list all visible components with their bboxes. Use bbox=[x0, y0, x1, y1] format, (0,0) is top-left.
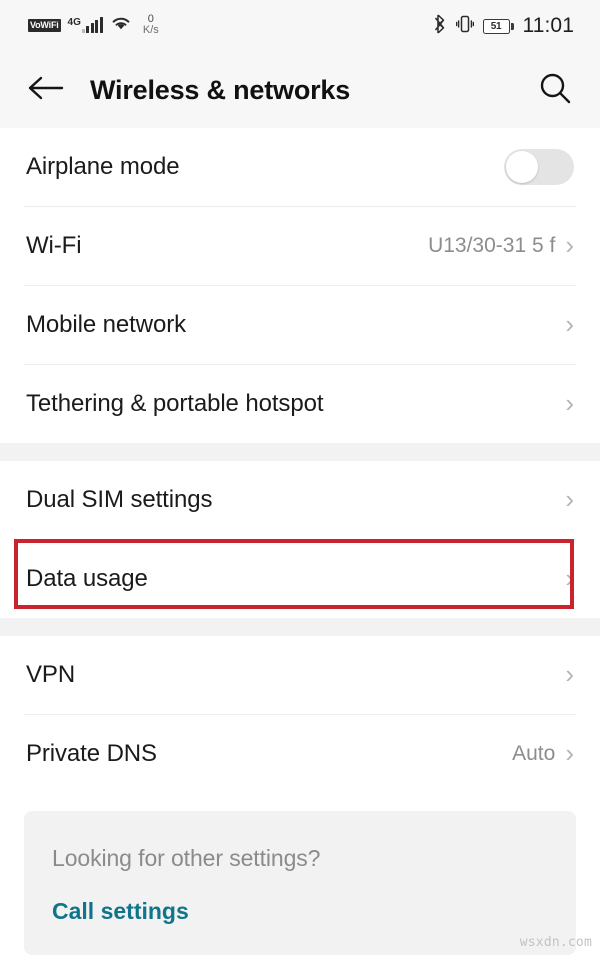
search-icon bbox=[538, 71, 572, 110]
airplane-mode-toggle[interactable] bbox=[504, 149, 574, 185]
list-item-control: › bbox=[565, 484, 574, 514]
list-item-label: Data usage bbox=[26, 565, 148, 592]
status-bar-clock: 11:01 bbox=[522, 14, 574, 37]
list-item-control: › bbox=[565, 309, 574, 339]
search-button[interactable] bbox=[528, 68, 572, 112]
list-item-vpn[interactable]: VPN › bbox=[0, 636, 600, 714]
list-item-label: Wi-Fi bbox=[26, 232, 82, 259]
data-rate-indicator: 0 K/s bbox=[143, 14, 159, 36]
wifi-icon bbox=[110, 14, 132, 36]
status-bar-right: 51 11:01 bbox=[434, 13, 575, 39]
list-item-control: U13/30-31 5 f › bbox=[428, 230, 574, 260]
chevron-right-icon: › bbox=[565, 738, 574, 768]
list-item-control: › bbox=[565, 388, 574, 418]
list-item-control: Auto › bbox=[512, 738, 574, 768]
list-item-control: › bbox=[565, 563, 574, 593]
app-bar: Wireless & networks bbox=[0, 52, 600, 128]
signal-bars-icon bbox=[81, 16, 103, 33]
back-arrow-icon bbox=[28, 75, 64, 106]
settings-section-3: VPN › Private DNS Auto › bbox=[0, 636, 600, 793]
chevron-right-icon: › bbox=[565, 659, 574, 689]
battery-indicator: 51 bbox=[482, 18, 514, 34]
other-settings-card: Looking for other settings? Call setting… bbox=[24, 811, 576, 955]
settings-list: Airplane mode Wi-Fi U13/30-31 5 f › Mobi… bbox=[0, 128, 600, 955]
bluetooth-icon bbox=[434, 13, 447, 39]
vowifi-badge: VoWiFi bbox=[28, 18, 61, 32]
list-item-data-usage[interactable]: Data usage › bbox=[0, 540, 600, 618]
list-item-control: › bbox=[565, 659, 574, 689]
back-button[interactable] bbox=[28, 68, 72, 112]
vibrate-icon bbox=[455, 14, 474, 39]
page-title: Wireless & networks bbox=[90, 74, 351, 105]
chevron-right-icon: › bbox=[565, 388, 574, 418]
chevron-right-icon: › bbox=[565, 230, 574, 260]
status-bar-left: VoWiFi 4G 0 K/s bbox=[28, 14, 159, 37]
call-settings-link[interactable]: Call settings bbox=[52, 898, 189, 925]
battery-cap bbox=[511, 22, 514, 30]
chevron-right-icon: › bbox=[565, 309, 574, 339]
list-item-control bbox=[504, 149, 574, 185]
list-item-value: Auto bbox=[512, 742, 556, 765]
list-item-dual-sim-settings[interactable]: Dual SIM settings › bbox=[0, 461, 600, 539]
other-settings-prompt: Looking for other settings? bbox=[52, 845, 321, 871]
data-rate-unit: K/s bbox=[142, 24, 159, 36]
list-item-tethering-hotspot[interactable]: Tethering & portable hotspot › bbox=[0, 365, 600, 443]
battery-percent-label: 51 bbox=[490, 20, 502, 32]
list-item-label: Dual SIM settings bbox=[26, 486, 213, 513]
status-bar: VoWiFi 4G 0 K/s 51 11:01 bbox=[0, 0, 600, 52]
list-item-wifi[interactable]: Wi-Fi U13/30-31 5 f › bbox=[0, 207, 600, 285]
list-item-airplane-mode[interactable]: Airplane mode bbox=[0, 128, 600, 206]
list-item-label: Airplane mode bbox=[26, 153, 180, 180]
network-type-label: 4G bbox=[67, 16, 81, 28]
settings-section-1: Airplane mode Wi-Fi U13/30-31 5 f › Mobi… bbox=[0, 128, 600, 443]
section-divider bbox=[0, 443, 600, 461]
list-item-label: Tethering & portable hotspot bbox=[26, 390, 324, 417]
list-item-label: VPN bbox=[26, 661, 76, 688]
settings-section-2: Dual SIM settings › Data usage › bbox=[0, 461, 600, 618]
battery-body: 51 bbox=[482, 18, 510, 34]
section-divider bbox=[0, 618, 600, 636]
footer-area: Looking for other settings? Call setting… bbox=[0, 793, 600, 955]
chevron-right-icon: › bbox=[565, 484, 574, 514]
list-item-value: U13/30-31 5 f bbox=[428, 234, 556, 257]
mobile-signal-indicator: 4G bbox=[67, 16, 103, 33]
list-item-label: Private DNS bbox=[26, 740, 157, 767]
list-item-mobile-network[interactable]: Mobile network › bbox=[0, 286, 600, 364]
chevron-right-icon: › bbox=[565, 563, 574, 593]
list-item-private-dns[interactable]: Private DNS Auto › bbox=[0, 715, 600, 793]
toggle-knob bbox=[506, 151, 538, 183]
list-item-label: Mobile network bbox=[26, 311, 187, 338]
watermark: wsxdn.com bbox=[519, 935, 592, 950]
